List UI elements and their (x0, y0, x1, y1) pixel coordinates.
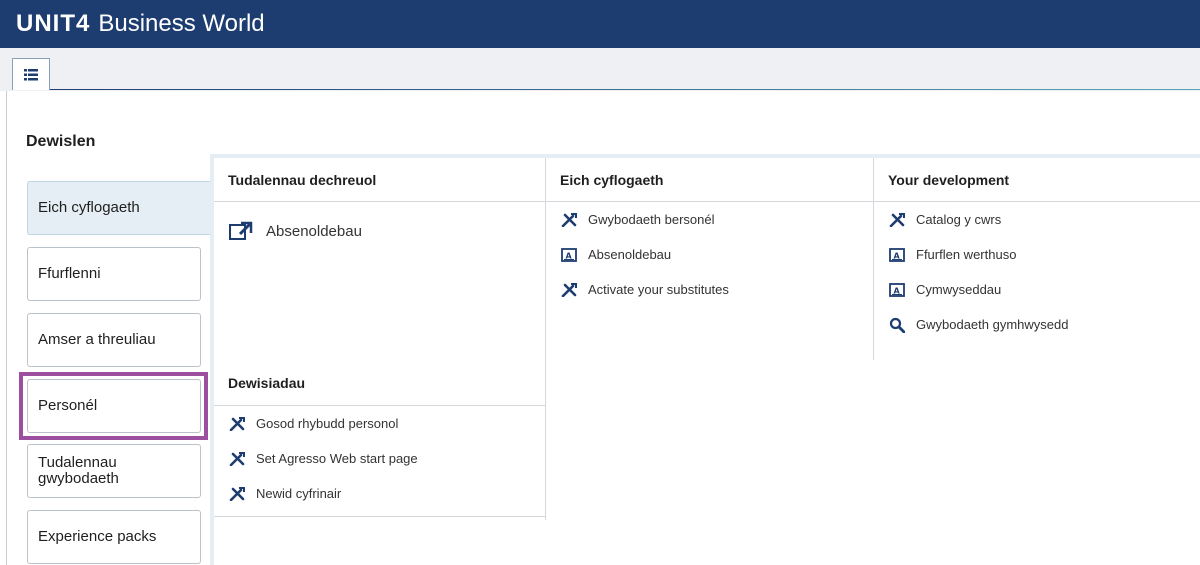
menu-item-absenoldebau-start[interactable]: Absenoldebau (214, 208, 545, 254)
tools-icon (228, 486, 246, 501)
tools-icon (560, 282, 578, 297)
menu-item-catalog-y-cwrs[interactable]: Catalog y cwrs (874, 202, 1200, 237)
menu-item-gwybodaeth-bersonel[interactable]: Gwybodaeth bersonél (546, 202, 873, 237)
menu-item-label: Activate your substitutes (588, 282, 729, 297)
app-header: UNIT4 Business World (0, 0, 1200, 48)
list-icon (24, 68, 38, 80)
menu-item-ffurflen-werthuso[interactable]: A Ffurflen werthuso (874, 237, 1200, 272)
menu-item-label: Gosod rhybudd personol (256, 416, 399, 431)
group-development: Your development Catalog y cwrs A Ffurfl… (874, 158, 1200, 342)
menu-item-label: Absenoldebau (588, 247, 672, 262)
sidebar-item-label: Experience packs (38, 528, 157, 546)
sidebar-item-amser-a-threuliau[interactable]: Amser a threuliau (27, 313, 201, 367)
menu-item-label: Catalog y cwrs (916, 212, 1002, 227)
highlight-frame (19, 372, 208, 440)
unit4-logo: UNIT4 (16, 10, 91, 37)
sidebar-item-eich-cyflogaeth[interactable]: Eich cyflogaeth (27, 181, 215, 235)
brand: UNIT4 Business World (16, 10, 265, 38)
external-link-icon (228, 221, 254, 241)
menu-item-cymwyseddau[interactable]: A Cymwyseddau (874, 272, 1200, 307)
menu-item-absenoldebau[interactable]: A Absenoldebau (546, 237, 873, 272)
sidebar-item-label: Ffurflenni (38, 265, 101, 283)
sidebar-item-experience-packs[interactable]: Experience packs (27, 510, 201, 564)
menu-item-label: Set Agresso Web start page (256, 451, 418, 466)
group-start-pages: Tudalennau dechreuol Absenoldebau (214, 158, 545, 254)
product-name: Business World (98, 10, 265, 37)
search-icon (888, 317, 906, 333)
menu-item-label: Newid cyfrinair (256, 486, 342, 501)
sidebar-item-ffurflenni[interactable]: Ffurflenni (27, 247, 201, 301)
menu-item-activate-substitutes[interactable]: Activate your substitutes (546, 272, 873, 307)
menu-item-label: Gwybodaeth gymhwysedd (916, 317, 1069, 332)
tab-strip (0, 48, 1200, 91)
menu-item-gwybodaeth-gymhwysedd[interactable]: Gwybodaeth gymhwysedd (874, 307, 1200, 342)
tools-icon (560, 212, 578, 227)
group-employment: Eich cyflogaeth Gwybodaeth bersonél A Ab… (546, 158, 873, 307)
group-title: Eich cyflogaeth (546, 158, 873, 202)
form-icon: A (888, 247, 906, 262)
menu-item-label: Absenoldebau (266, 222, 362, 240)
tools-icon (228, 416, 246, 431)
menu-item-set-start-page[interactable]: Set Agresso Web start page (214, 441, 545, 476)
form-icon: A (888, 282, 906, 297)
tools-icon (888, 212, 906, 227)
menu-panel: Tudalennau dechreuol Absenoldebau Eich c… (210, 154, 1200, 565)
menu-item-label: Cymwyseddau (916, 282, 1002, 297)
menu-item-label: Ffurflen werthuso (916, 247, 1017, 262)
menu-item-gosod-rhybudd-personol[interactable]: Gosod rhybudd personol (214, 406, 545, 441)
form-icon: A (560, 247, 578, 262)
sidebar-item-label: Eich cyflogaeth (38, 199, 140, 217)
group-title: Dewisiadau (214, 360, 545, 406)
page-title: Dewislen (26, 133, 96, 150)
sidebar-item-tudalennau-gwybodaeth[interactable]: Tudalennau gwybodaeth (27, 444, 201, 498)
sidebar-item-label: Tudalennau gwybodaeth (38, 454, 119, 487)
menu-item-label: Gwybodaeth bersonél (588, 212, 715, 227)
group-title: Tudalennau dechreuol (214, 158, 545, 202)
menu-item-newid-cyfrinair[interactable]: Newid cyfrinair (214, 476, 545, 511)
group-title: Your development (874, 158, 1200, 202)
tools-icon (228, 451, 246, 466)
sidebar-item-label: Amser a threuliau (38, 331, 156, 349)
group-options: Dewisiadau Gosod rhybudd personol Set Ag… (214, 360, 545, 511)
menu-tab[interactable] (12, 58, 50, 90)
